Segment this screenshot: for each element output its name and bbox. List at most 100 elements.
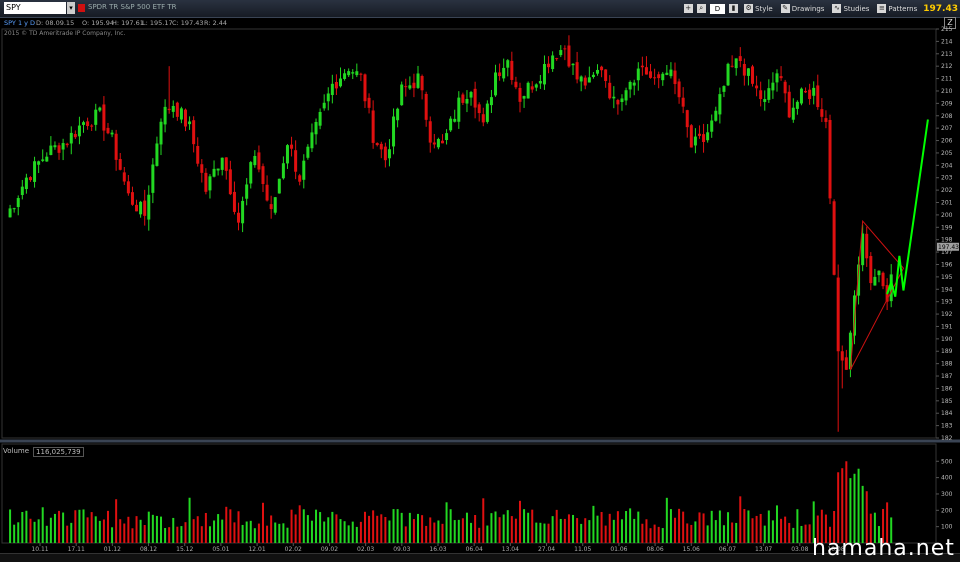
volume-bar (710, 510, 713, 543)
candle-body (869, 256, 873, 284)
candle-body (294, 150, 298, 172)
volume-bar (155, 515, 158, 543)
candle-body (583, 77, 587, 86)
volume-bar (482, 498, 485, 543)
volume-bar (788, 522, 791, 543)
candle-body (526, 82, 530, 99)
volume-bar (66, 525, 69, 543)
candle-body (481, 114, 485, 123)
candle-body (718, 94, 722, 115)
volume-label: Volume (3, 447, 30, 455)
candle-body (710, 120, 714, 132)
time-tick-label: 01.06 (610, 546, 627, 553)
volume-bar (372, 510, 375, 543)
volume-bar (657, 526, 660, 543)
candle-body (82, 122, 86, 125)
candle-body (53, 145, 57, 148)
volume-bar (531, 509, 534, 543)
candle-body (396, 108, 400, 121)
volume-bar (29, 518, 32, 543)
candle-body (273, 197, 277, 213)
candle-body (714, 110, 718, 121)
volume-bar (217, 514, 220, 543)
volume-bar (465, 512, 468, 543)
price-tick-label: 189 (941, 348, 953, 355)
volume-bar (763, 525, 766, 543)
candle-body (151, 164, 155, 193)
volume-bar (592, 505, 595, 543)
candle-body (16, 198, 20, 208)
volume-bar (759, 513, 762, 543)
candle-body (400, 84, 404, 106)
candle-body (844, 357, 848, 370)
candle-body (118, 159, 122, 170)
price-chart[interactable]: 182 183 184 185 186 187 188 189 190 191 192 193 194 1… (0, 0, 960, 561)
volume-bar (510, 516, 513, 543)
volume-bar (290, 509, 293, 543)
candle-body (408, 85, 412, 89)
volume-bar (168, 527, 171, 543)
volume-bar (637, 511, 640, 543)
candle-body (600, 66, 604, 71)
time-tick-label: 08.06 (646, 546, 663, 553)
volume-bar (690, 524, 693, 543)
candle-body (706, 132, 710, 141)
volume-tick-label: 100 (941, 524, 953, 531)
volume-bar (147, 511, 150, 543)
candle-body (559, 50, 563, 56)
volume-bar (625, 511, 628, 543)
candle-body (428, 121, 432, 143)
candle-body (799, 88, 803, 104)
candle-body (751, 66, 755, 84)
candle-body (612, 96, 616, 99)
current-price-label: 197.43 (938, 244, 959, 251)
volume-bar (351, 521, 354, 543)
price-tick-label: 205 (941, 150, 953, 157)
volume-bar (678, 508, 681, 543)
volume-bar (310, 520, 313, 543)
volume-bar (327, 517, 330, 543)
candle-body (649, 71, 653, 78)
candle-body (37, 161, 41, 165)
time-tick-label: 03.08 (791, 546, 808, 553)
candle-body (122, 172, 126, 182)
candle-body (644, 67, 648, 75)
volume-bar (339, 519, 342, 543)
volume-bar (404, 526, 407, 543)
volume-bar (192, 519, 195, 543)
time-tick-label: 05.01 (212, 546, 229, 553)
forecast-arrow (886, 119, 929, 297)
candle-body (547, 63, 551, 68)
volume-bar (270, 515, 273, 543)
price-tick-label: 203 (941, 175, 953, 182)
volume-bar (266, 525, 269, 543)
price-tick-label: 192 (941, 311, 953, 318)
candle-body (795, 101, 799, 109)
volume-bar (363, 511, 366, 543)
volume-bar (425, 525, 428, 543)
candle-body (746, 68, 750, 76)
candle-body (702, 134, 706, 143)
candle-body (159, 121, 163, 145)
price-tick-label: 186 (941, 385, 953, 392)
volume-bar (421, 515, 424, 543)
volume-bar (188, 497, 191, 543)
candle-body (604, 69, 608, 82)
candle-body (571, 63, 575, 66)
candle-body (783, 81, 787, 94)
volume-bar (563, 518, 566, 543)
volume-bar (25, 510, 28, 543)
candle-body (449, 118, 453, 131)
volume-tick-label: 500 (941, 458, 953, 465)
volume-bar (355, 526, 358, 543)
volume-bar (694, 521, 697, 543)
candle-body (722, 86, 726, 92)
candle-body (20, 186, 24, 196)
candle-body (110, 132, 114, 135)
candle-body (616, 99, 620, 105)
candle-body (689, 125, 693, 148)
time-tick-label: 16.03 (429, 546, 446, 553)
candle-body (143, 200, 147, 216)
candle-body (477, 104, 481, 114)
candle-body (179, 108, 183, 120)
